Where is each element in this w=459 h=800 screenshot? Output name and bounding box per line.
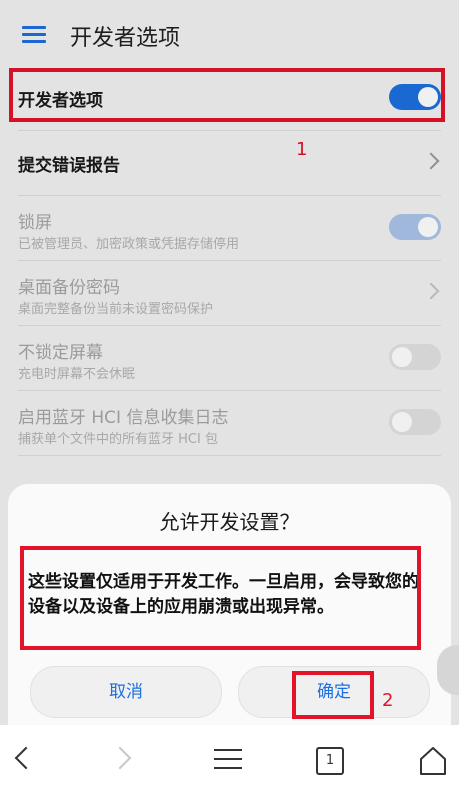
annotation-box-message <box>20 546 421 650</box>
annotation-marker-2: 2 <box>382 690 394 711</box>
back-arrow-icon[interactable] <box>14 746 38 770</box>
forward-arrow-icon[interactable] <box>108 746 132 770</box>
browser-nav-bar: 1 <box>0 725 459 800</box>
menu-icon[interactable] <box>214 747 242 771</box>
dialog-title: 允许开发设置？ <box>159 510 300 534</box>
cancel-button[interactable]: 取消 <box>30 666 222 718</box>
tabs-counter-icon[interactable]: 1 <box>316 747 344 775</box>
home-icon[interactable] <box>418 745 448 777</box>
annotation-box-2 <box>292 671 374 719</box>
developer-options-screen: 开发者选项 开发者选项 提交错误报告 锁屏 已被管理员、加密政策或凭据存储停用 … <box>0 0 459 725</box>
